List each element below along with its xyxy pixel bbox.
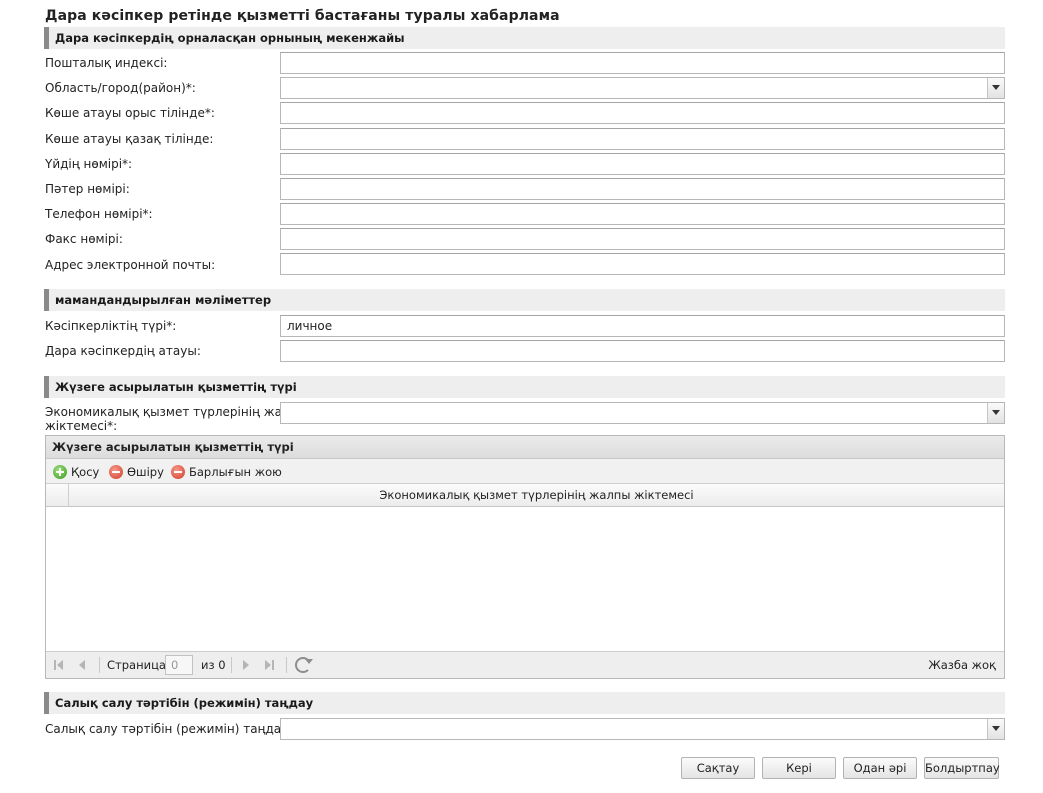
postal-index-label: Пошталық индексі: xyxy=(45,56,168,70)
apartment-label: Пәтер нөмірі: xyxy=(45,182,130,196)
classifier-label: Экономикалық қызмет түрлерінің жалпы жік… xyxy=(45,405,307,433)
cancel-button[interactable]: Болдыртпау xyxy=(924,757,1000,779)
street-kz-label: Көше атауы қазақ тілінде: xyxy=(45,132,214,146)
delete-all-button[interactable]: Барлығын жою xyxy=(171,464,282,480)
add-button-label: Қосу xyxy=(71,465,100,479)
delete-all-button-label: Барлығын жою xyxy=(189,465,282,479)
last-page-icon[interactable] xyxy=(262,658,276,672)
region-label: Область/город(район)*: xyxy=(45,81,196,95)
classifier-label-line2: жіктемесі*: xyxy=(45,419,118,433)
section-header-tax: Салық салу тәртібін (режимін) таңдау xyxy=(44,692,1005,714)
first-page-icon[interactable] xyxy=(52,658,66,672)
empty-records-label: Жазба жоқ xyxy=(928,658,996,672)
classifier-select[interactable] xyxy=(280,402,1005,424)
page-title: Дара кәсіпкер ретінде қызметті бастағаны… xyxy=(45,8,560,24)
house-label: Үйдің нөмірі*: xyxy=(45,157,133,171)
phone-label: Телефон нөмірі*: xyxy=(45,207,153,221)
classifier-label-line1: Экономикалық қызмет түрлерінің жалпы xyxy=(45,405,307,419)
pager-separator xyxy=(99,657,100,673)
email-input[interactable] xyxy=(280,253,1005,275)
grid-body xyxy=(46,508,1004,652)
chevron-down-icon[interactable] xyxy=(987,719,1004,739)
minus-icon xyxy=(171,465,185,479)
section-header-qualified: мамандандырылған мәліметтер xyxy=(44,289,1005,311)
classifier-column-header[interactable]: Экономикалық қызмет түрлерінің жалпы жік… xyxy=(69,484,1004,506)
delete-button-label: Өшіру xyxy=(127,465,164,479)
section-header-address: Дара кәсіпкердің орналасқан орнының меке… xyxy=(44,27,1005,49)
row-number-column-header xyxy=(46,484,69,506)
fax-input[interactable] xyxy=(280,228,1005,250)
fax-label: Факс нөмірі: xyxy=(45,232,123,246)
tax-regime-label: Салық салу тәртібін (режимін) таңдау*: xyxy=(45,722,299,736)
email-label: Адрес электронной почты: xyxy=(45,258,216,272)
pager-separator xyxy=(231,657,232,673)
activity-grid: Жүзеге асырылатын қызметтің түрі Қосу Өш… xyxy=(45,435,1005,679)
pager-separator xyxy=(286,657,287,673)
delete-button[interactable]: Өшіру xyxy=(109,464,164,480)
page-count-label: из 0 xyxy=(201,658,226,672)
next-button[interactable]: Одан әрі xyxy=(843,757,917,779)
tax-regime-select[interactable] xyxy=(280,718,1005,740)
postal-index-input[interactable] xyxy=(280,52,1005,74)
phone-input[interactable] xyxy=(280,203,1005,225)
entrepreneur-name-input[interactable] xyxy=(280,340,1005,362)
plus-icon xyxy=(53,465,67,479)
save-button[interactable]: Сақтау xyxy=(681,757,755,779)
business-type-label: Кәсіпкерліктің түрі*: xyxy=(45,319,177,333)
apartment-input[interactable] xyxy=(280,178,1005,200)
grid-title: Жүзеге асырылатын қызметтің түрі xyxy=(46,436,1004,459)
section-header-activity: Жүзеге асырылатын қызметтің түрі xyxy=(44,376,1005,398)
page-label: Страница xyxy=(107,658,166,672)
grid-header: Экономикалық қызмет түрлерінің жалпы жік… xyxy=(46,484,1004,507)
street-ru-label: Көше атауы орыс тілінде*: xyxy=(45,106,215,120)
entrepreneur-name-label: Дара кәсіпкердің атауы: xyxy=(45,344,201,358)
house-input[interactable] xyxy=(280,153,1005,175)
street-ru-input[interactable] xyxy=(280,102,1005,124)
chevron-down-icon[interactable] xyxy=(987,78,1004,98)
grid-pager: Страница 0 из 0 Жазба жоқ xyxy=(46,651,1004,678)
minus-icon xyxy=(109,465,123,479)
page-number-input[interactable]: 0 xyxy=(165,655,193,675)
next-page-icon[interactable] xyxy=(239,658,253,672)
grid-toolbar: Қосу Өшіру Барлығын жою xyxy=(46,459,1004,484)
street-kz-input[interactable] xyxy=(280,128,1005,150)
chevron-down-icon[interactable] xyxy=(987,403,1004,423)
region-select[interactable] xyxy=(280,77,1005,99)
add-button[interactable]: Қосу xyxy=(53,464,99,480)
previous-page-icon[interactable] xyxy=(75,658,89,672)
refresh-icon[interactable] xyxy=(295,657,313,673)
business-type-field[interactable]: личное xyxy=(280,315,1005,337)
back-button[interactable]: Кері xyxy=(762,757,836,779)
